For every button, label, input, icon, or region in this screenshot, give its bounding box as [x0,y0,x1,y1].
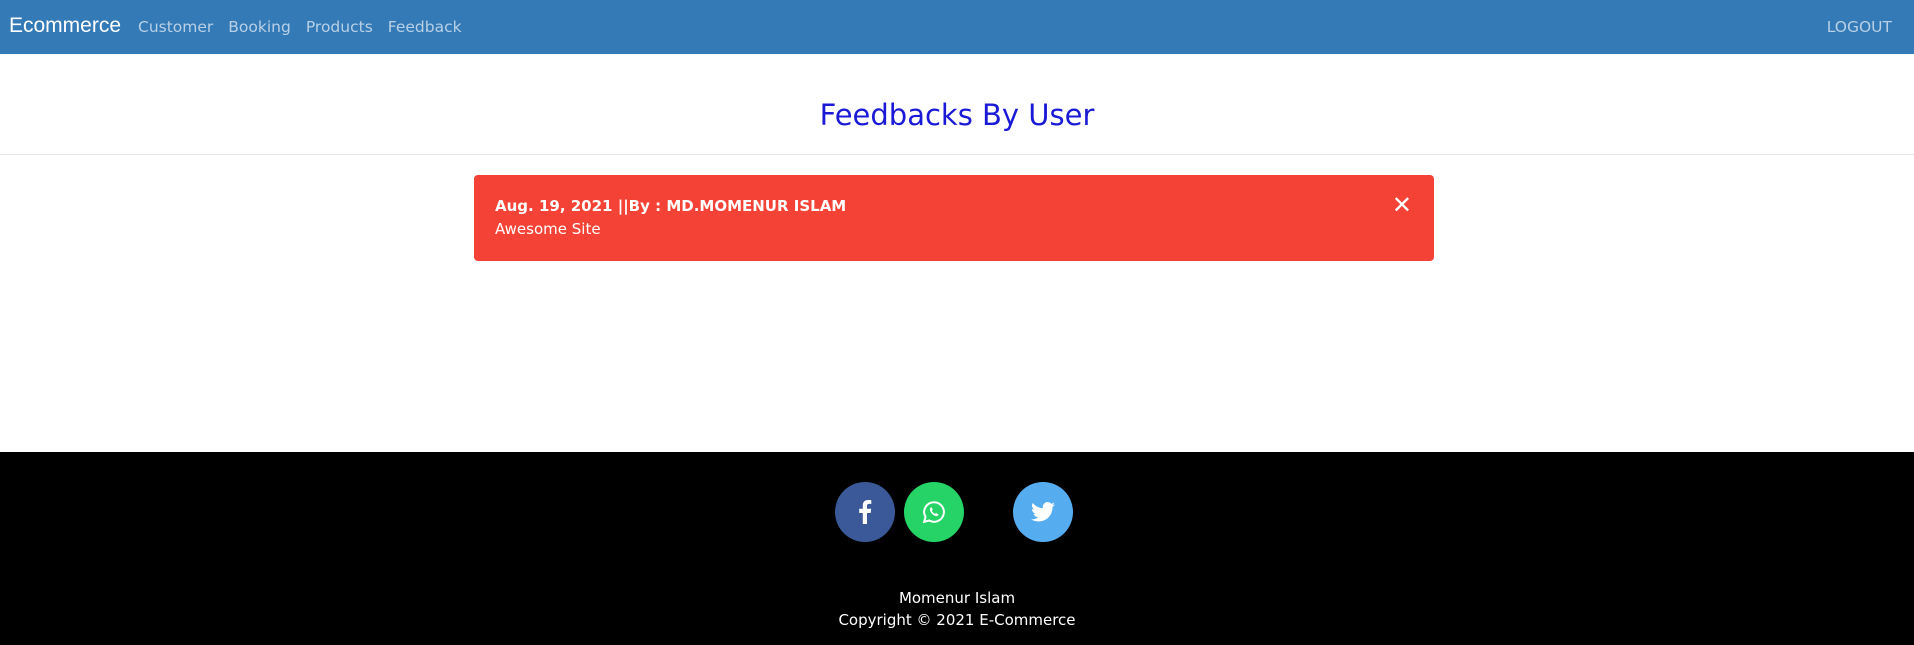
feedback-meta: Aug. 19, 2021 ||By : MD.MOMENUR ISLAM [495,197,847,215]
whatsapp-icon [922,501,945,524]
facebook-icon [859,500,872,524]
page-title: Feedbacks By User [819,98,1095,132]
nav-item-feedback[interactable]: Feedback [388,18,462,36]
feedback-alert: Aug. 19, 2021 ||By : MD.MOMENUR ISLAM Aw… [474,175,1434,261]
footer-copyright: Copyright © 2021 E-Commerce [838,611,1076,629]
feedback-message: Awesome Site [495,220,601,238]
footer-author: Momenur Islam [898,589,1016,607]
nav-links: Customer Booking Products Feedback [138,18,477,36]
nav-item-customer[interactable]: Customer [138,18,213,36]
whatsapp-button[interactable] [904,482,964,542]
twitter-icon [1031,502,1055,522]
twitter-button[interactable] [1013,482,1073,542]
facebook-button[interactable] [835,482,895,542]
divider [0,154,1914,155]
nav-item-products[interactable]: Products [306,18,373,36]
nav-item-booking[interactable]: Booking [228,18,291,36]
logout-link[interactable]: LOGOUT [1827,18,1892,36]
close-icon[interactable]: ✕ [1392,193,1412,217]
top-navbar: Ecommerce Customer Booking Products Feed… [0,0,1914,54]
brand-link[interactable]: Ecommerce [9,14,121,38]
